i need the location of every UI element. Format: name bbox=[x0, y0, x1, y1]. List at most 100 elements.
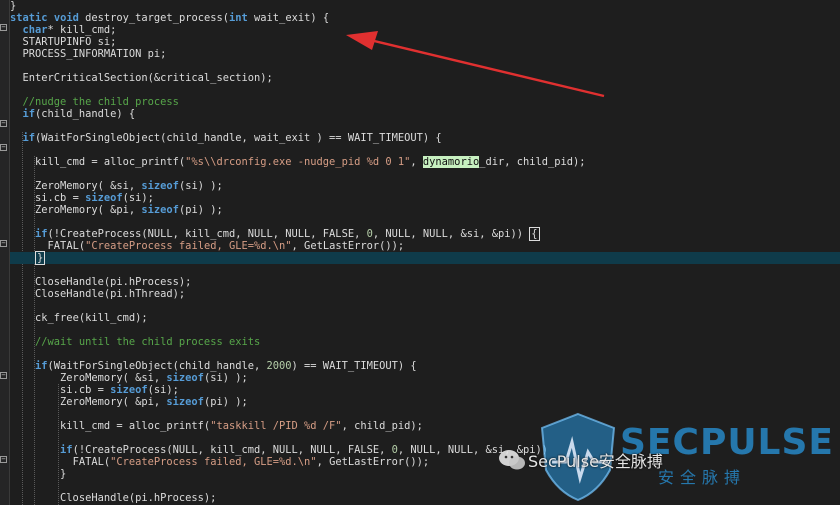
code-line: CloseHandle(pi.hThread); bbox=[10, 288, 840, 300]
code-text: , child_pid); bbox=[341, 420, 423, 432]
code-text: kill_cmd = alloc_printf( bbox=[60, 420, 211, 432]
keyword: static bbox=[10, 12, 48, 24]
code-line: ZeroMemory( &si, sizeof(si) ); bbox=[10, 180, 840, 192]
code-editor[interactable]: } static void destroy_target_process(int… bbox=[10, 0, 840, 504]
code-comment: //wait until the child process exits bbox=[35, 336, 261, 348]
keyword: if bbox=[60, 444, 73, 456]
code-line: FATAL("CreateProcess failed, GLE=%d.\n",… bbox=[10, 456, 840, 468]
code-line: si.cb = sizeof(si); bbox=[10, 384, 840, 396]
code-text: si.cb = bbox=[35, 192, 86, 204]
word-highlight: dynamorio bbox=[422, 156, 480, 168]
fold-toggle-icon[interactable]: − bbox=[0, 120, 7, 127]
code-text: ZeroMemory( &pi, bbox=[60, 396, 167, 408]
code-text: PROCESS_INFORMATION pi; bbox=[22, 48, 167, 60]
keyword: int bbox=[229, 12, 248, 24]
keyword: sizeof bbox=[85, 192, 123, 204]
string-literal: "CreateProcess failed, GLE=%d.\n" bbox=[110, 456, 317, 468]
code-line: //nudge the child process bbox=[10, 96, 840, 108]
code-text: CloseHandle(pi.hThread); bbox=[35, 288, 186, 300]
code-line: if(!CreateProcess(NULL, kill_cmd, NULL, … bbox=[10, 444, 840, 456]
code-text: ZeroMemory( &pi, bbox=[35, 204, 142, 216]
code-text: (WaitForSingleObject(child_handle, wait_… bbox=[35, 132, 442, 144]
code-text: kill_cmd = alloc_printf( bbox=[35, 156, 186, 168]
code-text: wait_exit) { bbox=[247, 12, 330, 24]
code-line: ZeroMemory( &pi, sizeof(pi) ); bbox=[10, 396, 840, 408]
code-line: PROCESS_INFORMATION pi; bbox=[10, 48, 840, 60]
code-line: if(child_handle) { bbox=[10, 108, 840, 120]
code-line: kill_cmd = alloc_printf("taskkill /PID %… bbox=[10, 420, 840, 432]
current-line[interactable]: } bbox=[10, 251, 840, 265]
code-text: FATAL( bbox=[72, 456, 111, 468]
code-text: } bbox=[60, 468, 67, 480]
fold-toggle-icon[interactable]: − bbox=[0, 456, 7, 463]
code-comment: //nudge the child process bbox=[22, 96, 179, 108]
code-text: ZeroMemory( &si, bbox=[60, 372, 167, 384]
code-line: si.cb = sizeof(si); bbox=[10, 192, 840, 204]
keyword: sizeof bbox=[141, 204, 179, 216]
fold-toggle-icon[interactable]: − bbox=[0, 24, 7, 31]
code-line: CloseHandle(pi.hProcess); bbox=[10, 276, 840, 288]
code-text: , GetLastError()); bbox=[291, 240, 405, 252]
brace-match: { bbox=[529, 227, 540, 241]
keyword: sizeof bbox=[166, 372, 204, 384]
code-text: (si) ); bbox=[178, 180, 223, 192]
brace-match: } bbox=[35, 251, 46, 265]
fold-toggle-icon[interactable]: − bbox=[0, 240, 7, 247]
keyword: sizeof bbox=[141, 180, 179, 192]
minus-glyph: − bbox=[1, 239, 6, 247]
keyword: if bbox=[22, 108, 36, 120]
minus-glyph: − bbox=[1, 371, 6, 379]
code-text: CloseHandle(pi.hProcess); bbox=[35, 276, 192, 288]
code-line: FATAL("CreateProcess failed, GLE=%d.\n",… bbox=[10, 240, 840, 252]
code-text: (si) ); bbox=[203, 372, 248, 384]
code-line: kill_cmd = alloc_printf("%s\\drconfig.ex… bbox=[10, 156, 840, 168]
code-text: ) == WAIT_TIMEOUT) { bbox=[291, 360, 417, 372]
code-line: if(!CreateProcess(NULL, kill_cmd, NULL, … bbox=[10, 227, 840, 241]
code-text: (si); bbox=[147, 384, 179, 396]
code-line: if(WaitForSingleObject(child_handle, wai… bbox=[10, 132, 840, 144]
code-text: , GetLastError()); bbox=[316, 456, 430, 468]
keyword: if bbox=[35, 360, 48, 372]
code-line: } bbox=[10, 468, 840, 480]
code-line: CloseHandle(pi.hProcess); bbox=[10, 492, 840, 504]
keyword: char bbox=[22, 24, 48, 36]
minus-glyph: − bbox=[1, 455, 6, 463]
keyword: if bbox=[35, 228, 48, 240]
string-literal: "CreateProcess failed, GLE=%d.\n" bbox=[85, 240, 292, 252]
code-line: } bbox=[10, 0, 840, 12]
code-text: (!CreateProcess(NULL, kill_cmd, NULL, NU… bbox=[47, 228, 367, 240]
fold-toggle-icon[interactable]: − bbox=[0, 372, 7, 379]
code-text: (child_handle) { bbox=[35, 108, 136, 120]
code-line: ZeroMemory( &si, sizeof(si) ); bbox=[10, 372, 840, 384]
fold-toggle-icon[interactable]: − bbox=[0, 144, 7, 151]
code-line: char* kill_cmd; bbox=[10, 24, 840, 36]
code-line: static void destroy_target_process(int w… bbox=[10, 12, 840, 24]
minus-glyph: − bbox=[1, 119, 6, 127]
minus-glyph: − bbox=[1, 143, 6, 151]
code-text: * kill_cmd; bbox=[47, 24, 117, 36]
code-text: , NULL, NULL, &si, &pi)) bbox=[372, 228, 530, 240]
code-line: EnterCriticalSection(&critical_section); bbox=[10, 72, 840, 84]
code-line: if(WaitForSingleObject(child_handle, 200… bbox=[10, 360, 840, 372]
code-text: , NULL, NULL, &si, &pi)) bbox=[397, 444, 549, 456]
code-text: (pi) ); bbox=[203, 396, 248, 408]
number-literal: 2000 bbox=[266, 360, 292, 372]
keyword: void bbox=[53, 12, 79, 24]
string-literal: "%s\\drconfig.exe -nudge_pid %d 0 1" bbox=[185, 156, 411, 168]
code-text: , bbox=[410, 156, 423, 168]
code-text: ck_free(kill_cmd); bbox=[35, 312, 148, 324]
code-text: (WaitForSingleObject(child_handle, bbox=[47, 360, 267, 372]
keyword: sizeof bbox=[166, 396, 204, 408]
keyword: if bbox=[22, 132, 36, 144]
code-line: ck_free(kill_cmd); bbox=[10, 312, 840, 324]
code-text: CloseHandle(pi.hProcess); bbox=[60, 492, 217, 504]
